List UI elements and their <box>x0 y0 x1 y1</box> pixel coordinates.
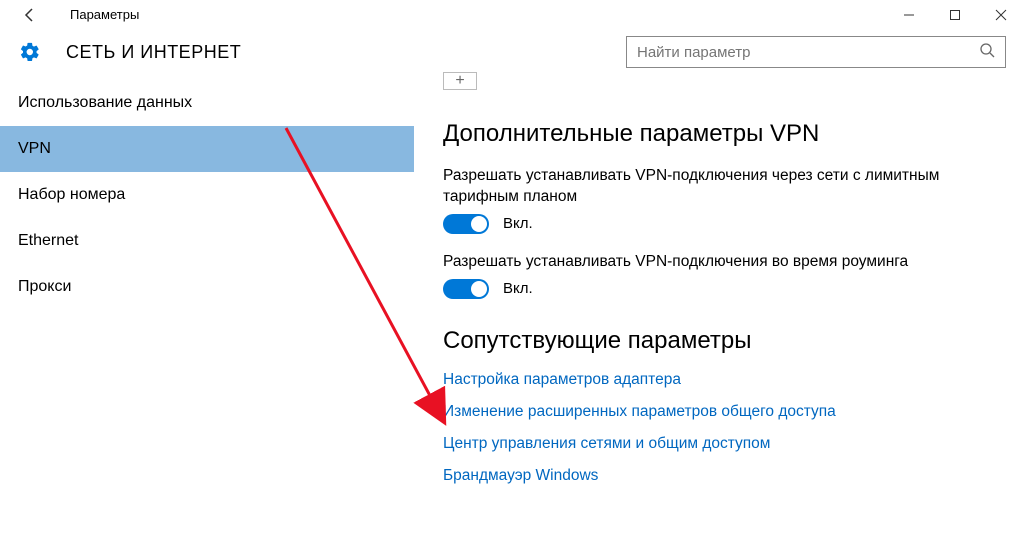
maximize-button[interactable] <box>932 0 978 30</box>
header: СЕТЬ И ИНТЕРНЕТ <box>0 30 1024 80</box>
link-firewall[interactable]: Брандмауэр Windows <box>443 467 994 485</box>
sidebar-item-ethernet[interactable]: Ethernet <box>0 218 414 264</box>
sidebar-item-vpn[interactable]: VPN <box>0 126 414 172</box>
close-button[interactable] <box>978 0 1024 30</box>
content: + Дополнительные параметры VPN Разрешать… <box>415 80 1024 558</box>
minimize-button[interactable] <box>886 0 932 30</box>
plus-icon: + <box>455 72 464 90</box>
advanced-heading: Дополнительные параметры VPN <box>443 120 994 148</box>
main: Использование данных VPN Набор номера Et… <box>0 80 1024 558</box>
back-button[interactable] <box>18 3 42 27</box>
toggle-state: Вкл. <box>503 280 533 297</box>
related-heading: Сопутствующие параметры <box>443 327 994 355</box>
search-icon <box>979 42 995 63</box>
setting-item: Разрешать устанавливать VPN-подключения … <box>443 166 994 234</box>
search-input[interactable] <box>637 44 979 61</box>
setting-label: Разрешать устанавливать VPN-подключения … <box>443 166 994 208</box>
setting-item: Разрешать устанавливать VPN-подключения … <box>443 252 994 299</box>
link-sharing-settings[interactable]: Изменение расширенных параметров общего … <box>443 403 994 421</box>
sidebar-item-label: Использование данных <box>18 94 192 112</box>
page-title: СЕТЬ И ИНТЕРНЕТ <box>66 42 241 63</box>
gear-icon[interactable] <box>18 40 42 64</box>
setting-label: Разрешать устанавливать VPN-подключения … <box>443 252 994 273</box>
add-vpn-tile[interactable]: + <box>443 72 477 90</box>
sidebar-item-label: Ethernet <box>18 232 78 250</box>
sidebar-item-dialup[interactable]: Набор номера <box>0 172 414 218</box>
link-network-center[interactable]: Центр управления сетями и общим доступом <box>443 435 994 453</box>
sidebar-item-data-usage[interactable]: Использование данных <box>0 80 414 126</box>
search-box[interactable] <box>626 36 1006 68</box>
toggle-roaming[interactable] <box>443 279 489 299</box>
sidebar-item-label: VPN <box>18 140 51 158</box>
toggle-state: Вкл. <box>503 215 533 232</box>
toggle-metered[interactable] <box>443 214 489 234</box>
titlebar: Параметры <box>0 0 1024 30</box>
sidebar: Использование данных VPN Набор номера Et… <box>0 80 415 558</box>
sidebar-item-label: Набор номера <box>18 186 125 204</box>
sidebar-item-proxy[interactable]: Прокси <box>0 264 414 310</box>
sidebar-item-label: Прокси <box>18 278 71 296</box>
link-adapter-settings[interactable]: Настройка параметров адаптера <box>443 371 994 389</box>
window-title: Параметры <box>70 7 139 22</box>
window-controls <box>886 0 1024 30</box>
